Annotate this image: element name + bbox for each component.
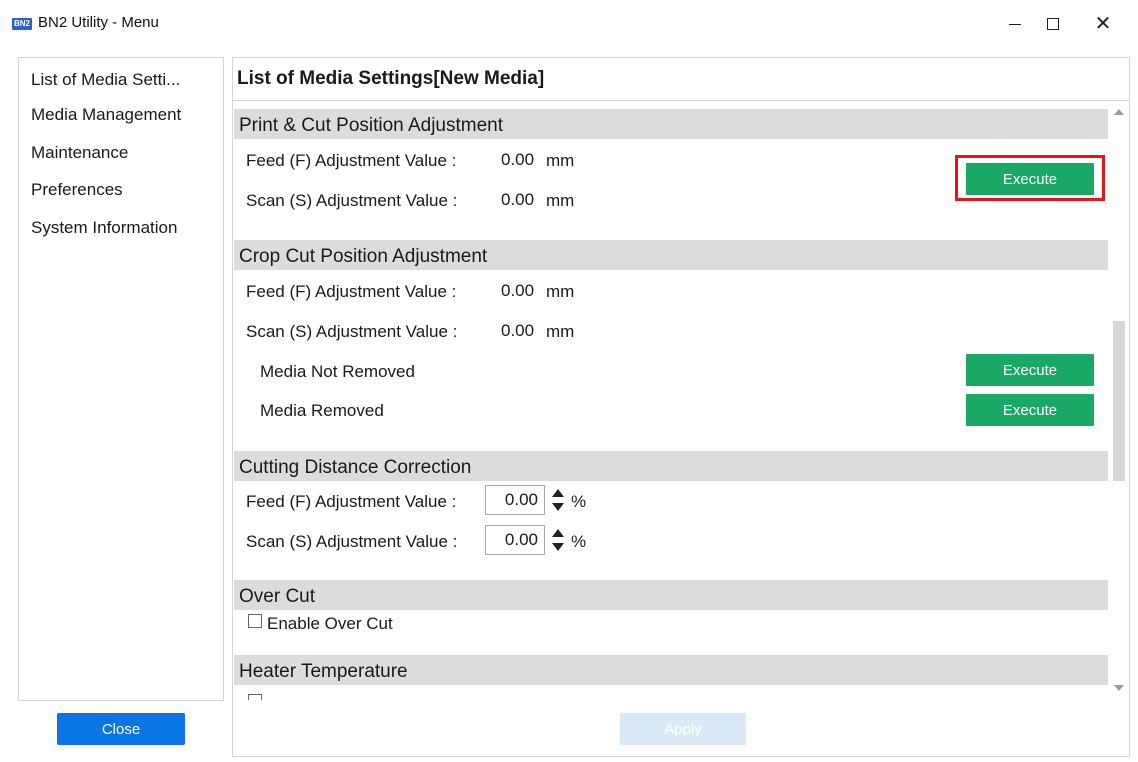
- print-cut-section-header: Print & Cut Position Adjustment: [234, 109, 1108, 139]
- sidebar-item-maintenance[interactable]: Maintenance: [31, 143, 128, 163]
- cutting-distance-feed-stepper[interactable]: [551, 485, 565, 515]
- cutting-distance-scan-label: Scan (S) Adjustment Value :: [246, 532, 458, 551]
- crop-cut-feed-label: Feed (F) Adjustment Value :: [246, 282, 457, 301]
- maximize-icon: [1047, 18, 1059, 30]
- crop-cut-scan-unit: mm: [546, 322, 575, 341]
- cutting-distance-scan-unit: %: [571, 532, 587, 551]
- cutting-distance-section-header: Cutting Distance Correction: [234, 451, 1108, 481]
- media-settings-panel: List of Media Settings[New Media] Print …: [232, 57, 1130, 702]
- enable-over-cut-checkbox[interactable]: [248, 614, 262, 628]
- sidebar-item-list-of-media-settings[interactable]: List of Media Setti...: [31, 70, 180, 90]
- media-not-removed-label: Media Not Removed: [260, 362, 415, 381]
- stepper-down-icon[interactable]: [552, 503, 564, 511]
- sidebar-item-media-management[interactable]: Media Management: [31, 105, 181, 125]
- cutting-distance-scan-input[interactable]: 0.00: [485, 525, 545, 555]
- app-logo-icon: BN2: [12, 18, 32, 30]
- scrollbar-thumb[interactable]: [1113, 321, 1125, 481]
- crop-cut-feed-unit: mm: [546, 282, 575, 301]
- sidebar-item-system-information[interactable]: System Information: [31, 218, 177, 238]
- sidebar: List of Media Setti... Media Management …: [18, 57, 224, 701]
- stepper-up-icon[interactable]: [552, 529, 564, 537]
- apply-button[interactable]: Apply: [620, 713, 746, 745]
- crop-cut-section-header: Crop Cut Position Adjustment: [234, 240, 1108, 270]
- cutting-distance-scan-stepper[interactable]: [551, 525, 565, 555]
- enable-over-cut-label: Enable Over Cut: [267, 614, 393, 633]
- window-title: BN2 Utility - Menu: [38, 14, 159, 31]
- crop-cut-scan-label: Scan (S) Adjustment Value :: [246, 322, 458, 341]
- page-title: List of Media Settings[New Media]: [237, 68, 545, 89]
- cutting-distance-feed-label: Feed (F) Adjustment Value :: [246, 492, 457, 511]
- media-not-removed-execute-button[interactable]: Execute: [966, 354, 1094, 386]
- close-button[interactable]: Close: [57, 713, 185, 745]
- media-removed-execute-button[interactable]: Execute: [966, 394, 1094, 426]
- print-cut-feed-label: Feed (F) Adjustment Value :: [246, 151, 457, 170]
- crop-cut-scan-value: 0.00: [501, 321, 535, 340]
- print-cut-feed-unit: mm: [546, 151, 575, 170]
- print-cut-scan-unit: mm: [546, 191, 575, 210]
- over-cut-section-header: Over Cut: [234, 580, 1108, 610]
- scroll-down-icon[interactable]: [1114, 685, 1124, 691]
- stepper-down-icon[interactable]: [552, 543, 564, 551]
- heater-section-header: Heater Temperature: [234, 655, 1108, 685]
- title-divider: [233, 100, 1129, 101]
- minimize-icon: [1009, 23, 1021, 25]
- print-cut-scan-label: Scan (S) Adjustment Value :: [246, 191, 458, 210]
- maximize-button[interactable]: [1030, 8, 1076, 40]
- print-cut-feed-value: 0.00: [501, 150, 535, 169]
- cutting-distance-feed-unit: %: [571, 492, 587, 511]
- highlight-box: [955, 155, 1105, 201]
- close-icon: ✕: [1094, 13, 1112, 35]
- print-cut-scan-value: 0.00: [501, 190, 535, 209]
- scroll-up-icon[interactable]: [1114, 109, 1124, 115]
- title-bar: BN2 BN2 Utility - Menu ✕: [0, 0, 1138, 44]
- crop-cut-feed-value: 0.00: [501, 281, 535, 300]
- stepper-up-icon[interactable]: [552, 489, 564, 497]
- vertical-scrollbar[interactable]: [1110, 101, 1128, 701]
- cutting-distance-feed-input[interactable]: 0.00: [485, 485, 545, 515]
- window-close-button[interactable]: ✕: [1080, 8, 1126, 40]
- sidebar-item-preferences[interactable]: Preferences: [31, 180, 123, 200]
- media-removed-label: Media Removed: [260, 401, 384, 420]
